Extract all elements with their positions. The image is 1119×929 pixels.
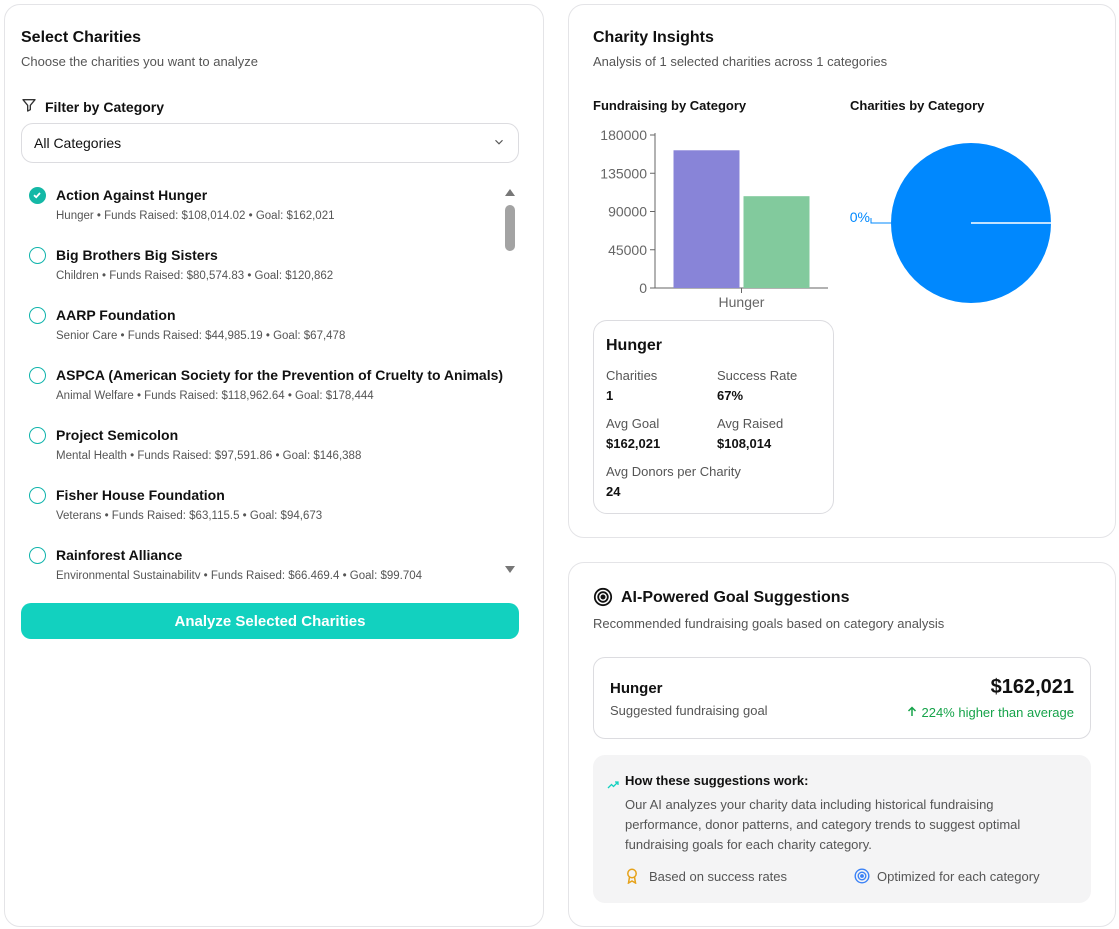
feature-optimized: Optimized for each category: [877, 869, 1040, 884]
charity-list-item[interactable]: Rainforest Alliance Environmental Sustain…: [25, 543, 505, 579]
radio-button[interactable]: [29, 367, 46, 384]
charity-list-item[interactable]: ASPCA (American Society for the Preventi…: [25, 363, 505, 423]
charity-name: ASPCA (American Society for the Preventi…: [56, 367, 504, 383]
scrollbar-thumb[interactable]: [505, 205, 515, 251]
pie-chart-heading: Charities by Category: [850, 98, 985, 113]
target-icon: [593, 587, 613, 612]
charity-list-item[interactable]: Project Semicolon Mental Health • Funds R…: [25, 423, 505, 483]
suggestion-label: Suggested fundraising goal: [610, 703, 768, 718]
stat-charities-label: Charities: [606, 368, 658, 383]
how-title: How these suggestions work:: [625, 773, 809, 788]
suggestion-delta-text: 224% higher than average: [921, 705, 1074, 720]
stat-charities-value: 1: [606, 388, 614, 403]
charity-list-scrollbar[interactable]: [503, 185, 517, 577]
stat-avg-raised-label: Avg Raised: [717, 416, 784, 431]
category-stat-card: Hunger Charities 1 Success Rate 67% Avg …: [593, 320, 834, 514]
radio-button[interactable]: [29, 247, 46, 264]
stat-success-value: 67%: [717, 388, 744, 403]
suggestion-amount: $162,021: [990, 676, 1074, 698]
how-text: Our AI analyzes your charity data includ…: [625, 797, 1021, 852]
y-tick-label: 135000: [600, 165, 647, 181]
suggestion-delta: 224% higher than average: [907, 705, 1074, 720]
charity-meta: Environmental Sustainability • Funds Rai…: [56, 570, 423, 579]
category-select[interactable]: All Categories: [21, 123, 519, 163]
filter-icon: [21, 97, 37, 116]
charity-name: Big Brothers Big Sisters: [56, 247, 218, 263]
filter-by-category-label: Filter by Category: [21, 97, 164, 116]
y-tick-label: 180000: [600, 127, 647, 143]
charity-list-item[interactable]: Fisher House Foundation Veterans • Funds …: [25, 483, 505, 543]
charity-meta: Children • Funds Raised: $80,574.83 • Go…: [56, 270, 334, 282]
suggestion-category: Hunger: [610, 680, 663, 697]
how-suggestions-work-box: How these suggestions work: Our AI analy…: [593, 755, 1091, 903]
charity-meta: Hunger • Funds Raised: $108,014.02 • Goa…: [56, 210, 335, 222]
stat-avg-goal-value: $162,021: [606, 436, 661, 451]
suggestion-card: Hunger Suggested fundraising goal $162,0…: [593, 657, 1091, 739]
radio-button[interactable]: [29, 547, 46, 564]
charity-insights-card: Charity Insights Analysis of 1 selected …: [568, 4, 1116, 538]
scroll-up-icon[interactable]: [504, 187, 516, 197]
charities-pie-chart: 0%: [850, 143, 1051, 303]
insights-subtitle: Analysis of 1 selected charities across …: [593, 54, 888, 69]
filter-label-text: Filter by Category: [45, 98, 165, 115]
charity-meta: Animal Welfare • Funds Raised: $118,962.…: [56, 390, 374, 402]
charity-meta: Veterans • Funds Raised: $63,115.5 • Goa…: [56, 510, 323, 522]
trending-up-icon: [607, 777, 619, 795]
target-small-icon: [854, 868, 870, 889]
charity-name: Rainforest Alliance: [56, 547, 183, 563]
bar-goal: [673, 150, 740, 288]
charity-name: Action Against Hunger: [56, 187, 208, 203]
pie-slice-label: 0%: [850, 209, 870, 225]
charity-list-item[interactable]: AARP Foundation Senior Care • Funds Raise…: [25, 303, 505, 363]
charity-meta: Mental Health • Funds Raised: $97,591.86…: [56, 450, 362, 462]
x-tick-label: Hunger: [719, 294, 765, 310]
select-charities-card: Select Charities Choose the charities yo…: [4, 4, 544, 927]
award-icon: [625, 868, 639, 889]
charity-list: Action Against Hunger Hunger • Funds Rais…: [25, 183, 505, 579]
insights-title: Charity Insights: [593, 29, 714, 46]
fundraising-bar-chart: 0 45000 90000 135000 180000 Hunger: [600, 127, 828, 310]
radio-button[interactable]: [29, 487, 46, 504]
pie-label-leader: [870, 218, 891, 224]
ai-goal-suggestions-card: AI-Powered Goal Suggestions Recommended …: [568, 562, 1116, 927]
charity-name: Fisher House Foundation: [56, 487, 225, 503]
chevron-down-icon: [492, 135, 506, 152]
analyze-button[interactable]: Analyze Selected Charities: [21, 603, 519, 639]
category-select-value: All Categories: [34, 135, 122, 151]
y-tick-label: 45000: [608, 242, 647, 258]
bar-raised: [743, 196, 810, 288]
charity-name: Project Semicolon: [56, 427, 179, 443]
ai-subtitle: Recommended fundraising goals based on c…: [593, 616, 945, 631]
stat-avg-donors-value: 24: [606, 484, 621, 499]
charity-name: AARP Foundation: [56, 307, 176, 323]
stat-avg-raised-value: $108,014: [717, 436, 772, 451]
stat-success-label: Success Rate: [717, 368, 798, 383]
stat-avg-goal-label: Avg Goal: [606, 416, 660, 431]
ai-title: AI-Powered Goal Suggestions: [621, 589, 850, 606]
y-tick-label: 0: [639, 280, 647, 296]
scroll-down-icon[interactable]: [504, 565, 516, 575]
charity-list-item[interactable]: Action Against Hunger Hunger • Funds Rais…: [25, 183, 505, 243]
arrow-up-icon: [907, 705, 917, 720]
charity-list-item[interactable]: Big Brothers Big Sisters Children • Funds…: [25, 243, 505, 303]
radio-button[interactable]: [29, 427, 46, 444]
select-charities-title: Select Charities: [21, 29, 142, 46]
charity-meta: Senior Care • Funds Raised: $44,985.19 •…: [56, 330, 346, 342]
checked-radio-icon[interactable]: [29, 187, 46, 204]
select-charities-subtitle: Choose the charities you want to analyze: [21, 54, 259, 69]
stat-avg-donors-label: Avg Donors per Charity: [606, 464, 741, 479]
bar-chart-heading: Fundraising by Category: [593, 98, 747, 113]
stat-category-name: Hunger: [606, 337, 662, 354]
feature-success-rates: Based on success rates: [649, 869, 788, 884]
y-tick-label: 90000: [608, 204, 647, 220]
radio-button[interactable]: [29, 307, 46, 324]
